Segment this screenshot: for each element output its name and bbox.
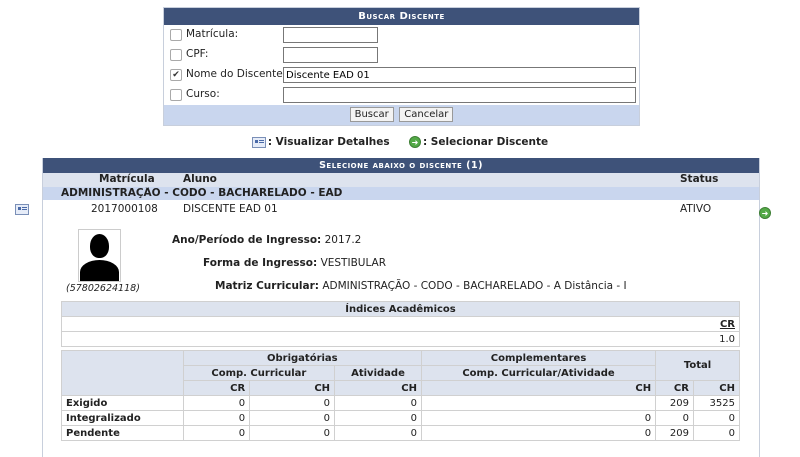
h-atividade: Atividade	[334, 365, 422, 381]
cell: 0	[182, 410, 251, 426]
filter-cpf-row: CPF:	[164, 45, 639, 65]
student-status: ATIVO	[680, 203, 712, 215]
cell: 0	[692, 410, 741, 426]
student-cpf: (57802624118)	[66, 283, 140, 294]
matriz-label: Matriz Curricular:	[215, 280, 319, 292]
cpf-checkbox[interactable]	[170, 49, 182, 61]
filter-nome-row: ✔ Nome do Discente:	[164, 65, 639, 85]
student-name: DISCENTE EAD 01	[183, 203, 278, 215]
cell: 0	[334, 425, 422, 441]
cell: 0	[249, 395, 336, 411]
col-matricula: Matrícula	[99, 173, 155, 185]
select-arrow-icon: ➜	[408, 136, 421, 148]
ingresso-label: Ano/Período de Ingresso:	[172, 234, 322, 246]
cell: 0	[334, 410, 422, 426]
h-total: Total	[655, 350, 740, 381]
forma-line: Forma de Ingresso: VESTIBULAR	[203, 257, 386, 269]
cell: 0	[249, 425, 336, 441]
indices-cr-header: CR	[61, 316, 740, 332]
view-details-button[interactable]	[15, 203, 31, 215]
indices-cr-value: 1.0	[61, 331, 740, 347]
search-panel: Buscar Discente Matrícula: CPF: ✔ Nome d…	[163, 7, 640, 126]
h-complementares: Complementares	[420, 350, 657, 366]
cell: 0	[420, 410, 657, 426]
legend: : Visualizar Detalhes ➜: Selecionar Disc…	[0, 136, 800, 148]
matricula-checkbox[interactable]	[170, 29, 182, 41]
col-status: Status	[680, 173, 719, 185]
cell: 3525	[692, 395, 741, 411]
row-label: Exigido	[61, 395, 184, 411]
row-pendente: Pendente 0 0 0 0 209 0	[61, 425, 741, 441]
cell: 0	[182, 395, 251, 411]
row-integralizado: Integralizado 0 0 0 0 0 0	[61, 410, 741, 426]
filter-matricula-row: Matrícula:	[164, 25, 639, 45]
matricula-label: Matrícula:	[186, 28, 239, 40]
cpf-input[interactable]	[283, 47, 378, 63]
curso-checkbox[interactable]	[170, 89, 182, 101]
totals-corner	[61, 350, 184, 396]
legend-details-label: : Visualizar Detalhes	[267, 136, 390, 148]
cell: 0	[334, 395, 422, 411]
h-comp-atividade: Comp. Curricular/Atividade	[420, 365, 657, 381]
select-student-button[interactable]: ➜	[759, 207, 771, 219]
matricula-input[interactable]	[283, 27, 378, 43]
search-button[interactable]: Buscar	[349, 107, 394, 122]
row-label: Integralizado	[61, 410, 184, 426]
indices-table: Índices Acadêmicos CR 1.0	[61, 301, 740, 347]
nome-input[interactable]	[283, 67, 636, 83]
curso-label: Curso:	[186, 88, 220, 100]
cell: 0	[249, 410, 336, 426]
results-title: Selecione abaixo o discente (1)	[43, 158, 759, 173]
details-icon	[251, 136, 266, 148]
cancel-button[interactable]: Cancelar	[399, 107, 454, 122]
curso-input[interactable]	[283, 87, 636, 103]
results-header: Matrícula Aluno Status	[43, 173, 759, 187]
h-ch-2: CH	[334, 380, 422, 396]
totals-table: Obrigatórias Complementares Total Comp. …	[61, 350, 741, 441]
cell: 209	[655, 395, 694, 411]
h-ch-3: CH	[420, 380, 657, 396]
cell	[420, 395, 657, 411]
cell: 0	[182, 425, 251, 441]
row-exigido: Exigido 0 0 0 209 3525	[61, 395, 741, 411]
h-obrigatorias: Obrigatórias	[182, 350, 422, 366]
h-ch-total: CH	[692, 380, 741, 396]
forma-value: VESTIBULAR	[320, 257, 387, 269]
cell: 0	[655, 410, 694, 426]
h-cr-total: CR	[655, 380, 694, 396]
student-photo	[78, 229, 121, 282]
cell: 0	[420, 425, 657, 441]
h-cr-1: CR	[182, 380, 251, 396]
nome-label: Nome do Discente:	[186, 68, 287, 80]
col-aluno: Aluno	[183, 173, 217, 185]
cell: 0	[692, 425, 741, 441]
matriz-line: Matriz Curricular: ADMINISTRAÇÃO - CODO …	[215, 280, 627, 292]
row-label: Pendente	[61, 425, 184, 441]
cell: 209	[655, 425, 694, 441]
forma-label: Forma de Ingresso:	[203, 257, 318, 269]
student-row: 2017000108 DISCENTE EAD 01 ATIVO	[15, 200, 759, 218]
ingresso-value: 2017.2	[324, 234, 362, 246]
indices-title: Índices Acadêmicos	[61, 301, 740, 317]
ingresso-line: Ano/Período de Ingresso: 2017.2	[172, 234, 361, 246]
course-group-row: ADMINISTRAÇÃO - CODO - BACHARELADO - EAD	[43, 187, 759, 200]
search-title: Buscar Discente	[164, 8, 639, 25]
search-footer: Buscar Cancelar	[164, 105, 639, 125]
h-ch-1: CH	[249, 380, 336, 396]
cpf-label: CPF:	[186, 48, 209, 60]
details-icon	[15, 203, 29, 215]
legend-select-label: : Selecionar Discente	[422, 136, 549, 148]
matriz-value: ADMINISTRAÇÃO - CODO - BACHARELADO - A D…	[322, 280, 627, 292]
student-matricula: 2017000108	[91, 203, 158, 215]
filter-curso-row: Curso:	[164, 85, 639, 105]
nome-checkbox[interactable]: ✔	[170, 69, 182, 81]
h-comp-curricular: Comp. Curricular	[182, 365, 336, 381]
